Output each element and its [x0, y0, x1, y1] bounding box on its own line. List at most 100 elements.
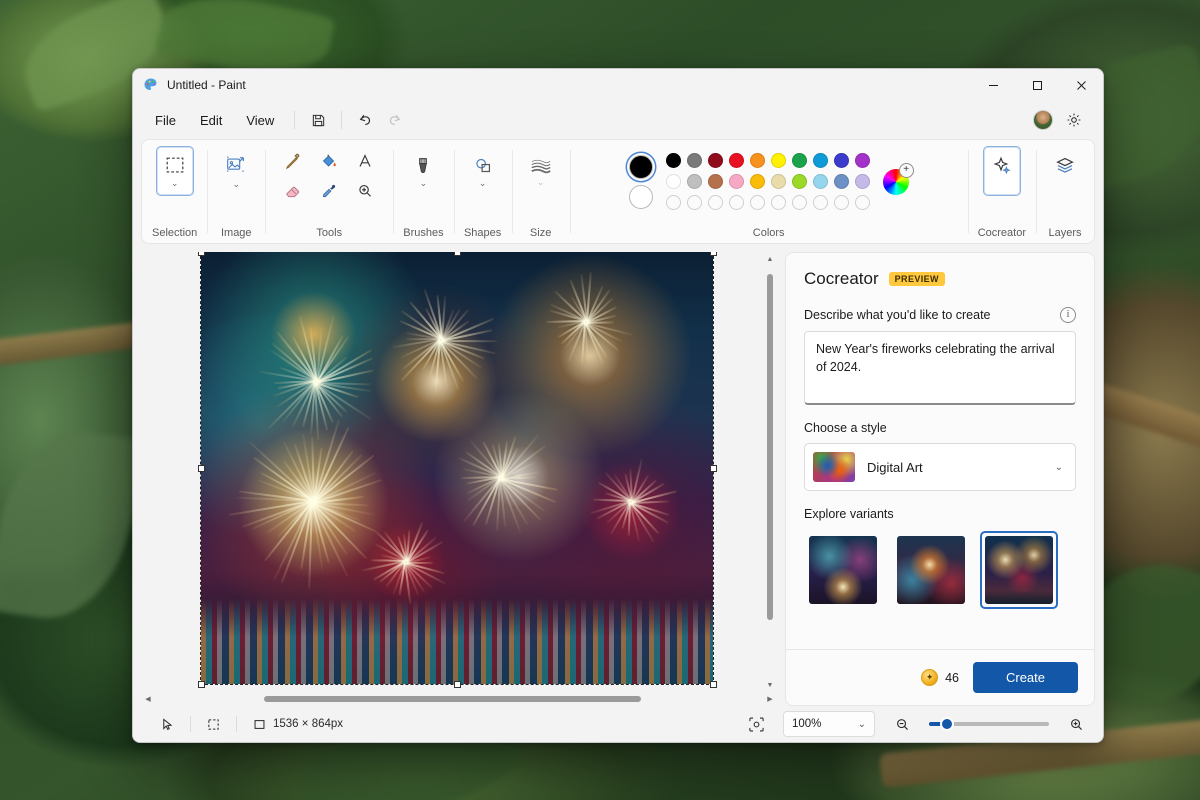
color-swatch-r1-c6[interactable]	[771, 153, 786, 168]
color-swatch-r2-c5[interactable]	[750, 174, 765, 189]
color-wheel-picker[interactable]	[883, 169, 909, 195]
ribbon-group-layers[interactable]: ⌄ Layers	[1036, 140, 1094, 243]
color-swatch-r3-c9[interactable]	[834, 195, 849, 210]
menu-view[interactable]: View	[234, 108, 286, 133]
color-swatch-r1-c7[interactable]	[792, 153, 807, 168]
ribbon-group-shapes[interactable]: ⌄ Shapes	[454, 140, 512, 243]
selection-handle[interactable]	[710, 252, 717, 256]
layers-button[interactable]: ⌄	[1046, 146, 1084, 196]
color-swatch-r3-c10[interactable]	[855, 195, 870, 210]
zoom-level-select[interactable]: 100% ⌄	[783, 711, 875, 737]
info-circle-icon[interactable]: i	[1060, 307, 1076, 323]
selection-handle[interactable]	[454, 681, 461, 688]
ribbon-group-size[interactable]: ⌄ Size	[512, 140, 570, 243]
selection-handle[interactable]	[454, 252, 461, 256]
minimize-button[interactable]	[971, 69, 1015, 101]
color-swatch-r1-c9[interactable]	[834, 153, 849, 168]
scroll-up-arrow[interactable]: ▲	[763, 252, 777, 266]
horizontal-scroll-track[interactable]	[155, 692, 763, 706]
color-swatch-r1-c4[interactable]	[729, 153, 744, 168]
color-swatch-r1-c1[interactable]	[666, 153, 681, 168]
menu-edit[interactable]: Edit	[188, 108, 234, 133]
ribbon-group-selection[interactable]: ⌄ Selection	[142, 140, 207, 243]
pencil-tool[interactable]	[275, 146, 311, 176]
maximize-button[interactable]	[1015, 69, 1059, 101]
zoom-slider[interactable]	[929, 722, 1049, 726]
vertical-scrollbar[interactable]: ▲ ▼	[763, 252, 777, 692]
undo-button[interactable]	[350, 106, 380, 134]
ribbon-group-tools: Tools	[265, 140, 393, 243]
style-dropdown[interactable]: Digital Art ⌄	[804, 443, 1076, 491]
fit-to-window-icon[interactable]	[741, 710, 771, 738]
selection-tool-button[interactable]: ⌄	[156, 146, 194, 196]
color-swatch-r3-c6[interactable]	[771, 195, 786, 210]
color-swatch-r2-c1[interactable]	[666, 174, 681, 189]
close-button[interactable]	[1059, 69, 1103, 101]
vertical-scroll-thumb[interactable]	[767, 274, 773, 620]
selection-handle[interactable]	[710, 681, 717, 688]
color-swatch-r2-c8[interactable]	[813, 174, 828, 189]
color-swatch-r2-c7[interactable]	[792, 174, 807, 189]
image-tool-button[interactable]: ⌄	[217, 146, 255, 196]
vertical-scroll-track[interactable]	[763, 266, 777, 678]
variant-3[interactable]	[980, 531, 1058, 609]
ribbon-group-brushes[interactable]: ⌄ Brushes	[393, 140, 453, 243]
size-button[interactable]: ⌄	[522, 146, 560, 196]
color-swatch-r3-c1[interactable]	[666, 195, 681, 210]
canvas-image[interactable]	[201, 252, 713, 684]
selection-handle[interactable]	[198, 681, 205, 688]
color-swatch-r3-c7[interactable]	[792, 195, 807, 210]
color-swatch-r1-c3[interactable]	[708, 153, 723, 168]
menu-divider	[341, 111, 342, 129]
save-button[interactable]	[303, 106, 333, 134]
selection-handle[interactable]	[198, 465, 205, 472]
secondary-color-swatch[interactable]	[629, 185, 653, 209]
eyedropper-tool[interactable]	[311, 176, 347, 206]
create-button[interactable]: Create	[973, 662, 1078, 693]
color-swatch-r2-c4[interactable]	[729, 174, 744, 189]
selection-handle[interactable]	[710, 465, 717, 472]
variant-2[interactable]	[892, 531, 970, 609]
zoom-in-icon[interactable]	[1061, 710, 1091, 738]
ribbon-group-image[interactable]: ⌄ Image	[207, 140, 265, 243]
zoom-slider-knob[interactable]	[940, 717, 954, 731]
color-swatch-r1-c10[interactable]	[855, 153, 870, 168]
scroll-left-arrow[interactable]: ◀	[141, 692, 155, 706]
color-swatch-r2-c3[interactable]	[708, 174, 723, 189]
horizontal-scroll-thumb[interactable]	[264, 696, 641, 702]
chevron-down-icon: ⌄	[537, 178, 545, 187]
scroll-down-arrow[interactable]: ▼	[763, 678, 777, 692]
gear-icon[interactable]	[1059, 106, 1089, 134]
variant-1[interactable]	[804, 531, 882, 609]
eraser-tool[interactable]	[275, 176, 311, 206]
color-swatch-r2-c6[interactable]	[771, 174, 786, 189]
primary-color-swatch[interactable]	[629, 155, 653, 179]
menu-file[interactable]: File	[143, 108, 188, 133]
prompt-input[interactable]: New Year's fireworks celebrating the arr…	[804, 331, 1076, 405]
color-swatch-r3-c3[interactable]	[708, 195, 723, 210]
scroll-right-arrow[interactable]: ▶	[763, 692, 777, 706]
shapes-button[interactable]: ⌄	[464, 146, 502, 196]
color-swatch-r3-c5[interactable]	[750, 195, 765, 210]
zoom-out-icon[interactable]	[887, 710, 917, 738]
user-avatar[interactable]	[1033, 110, 1053, 130]
color-swatch-r2-c10[interactable]	[855, 174, 870, 189]
cocreator-button[interactable]: ⌄	[983, 146, 1021, 196]
magnifier-tool[interactable]	[347, 176, 383, 206]
selection-handle[interactable]	[198, 252, 205, 256]
chevron-down-icon: ⌄	[232, 180, 240, 189]
color-swatch-r3-c2[interactable]	[687, 195, 702, 210]
color-swatch-r2-c9[interactable]	[834, 174, 849, 189]
text-tool[interactable]	[347, 146, 383, 176]
redo-button[interactable]	[380, 106, 410, 134]
horizontal-scrollbar[interactable]: ◀ ▶	[141, 692, 777, 706]
color-swatch-r1-c2[interactable]	[687, 153, 702, 168]
color-swatch-r1-c8[interactable]	[813, 153, 828, 168]
color-swatch-r3-c8[interactable]	[813, 195, 828, 210]
color-swatch-r3-c4[interactable]	[729, 195, 744, 210]
color-swatch-r1-c5[interactable]	[750, 153, 765, 168]
brushes-button[interactable]: ⌄	[404, 146, 442, 196]
color-swatch-r2-c2[interactable]	[687, 174, 702, 189]
fill-tool[interactable]	[311, 146, 347, 176]
ribbon-group-cocreator[interactable]: ⌄ Cocreator	[968, 140, 1036, 243]
